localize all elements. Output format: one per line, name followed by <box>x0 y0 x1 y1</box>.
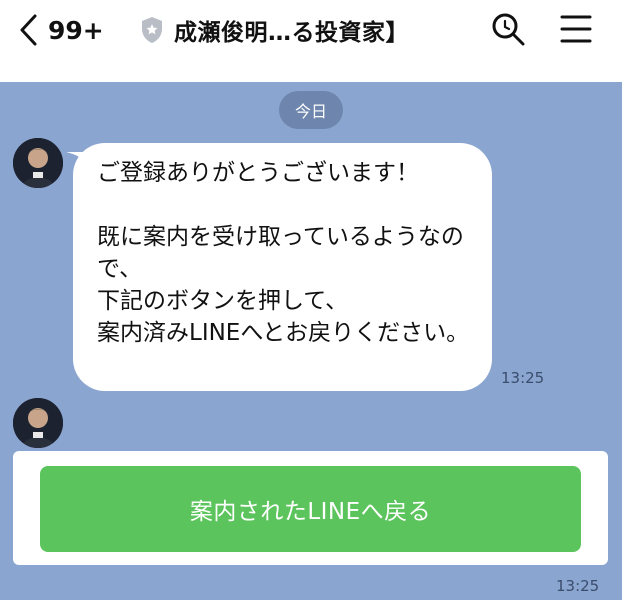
back-button[interactable]: 99+ <box>18 10 104 50</box>
profile-photo-icon <box>13 398 63 448</box>
message-text: ご登録ありがとうございます！ 既に案内を受け取っているようなので、 下記のボタン… <box>97 160 470 346</box>
shield-icon <box>142 17 162 43</box>
chat-title: 成瀬俊明…る投資家】 <box>174 20 409 46</box>
chat-title-area[interactable]: 成瀬俊明…る投資家】 <box>140 10 409 50</box>
chat-header: 99+ 成瀬俊明…る投資家】 <box>0 0 622 82</box>
return-to-line-button[interactable]: 案内されたLINEへ戻る <box>40 466 581 552</box>
unread-count: 99+ <box>48 15 104 45</box>
message-timestamp: 13:25 <box>501 369 545 387</box>
profile-photo-icon <box>13 138 63 188</box>
button-card: 案内されたLINEへ戻る <box>13 451 608 565</box>
date-separator: 今日 <box>279 91 343 129</box>
avatar[interactable] <box>13 398 63 448</box>
menu-icon[interactable] <box>560 11 592 47</box>
chevron-left-icon <box>20 14 37 46</box>
avatar[interactable] <box>13 138 63 188</box>
search-icon[interactable] <box>490 11 526 47</box>
message-bubble[interactable]: ご登録ありがとうございます！ 既に案内を受け取っているようなので、 下記のボタン… <box>73 143 492 391</box>
message-timestamp: 13:25 <box>556 577 600 595</box>
